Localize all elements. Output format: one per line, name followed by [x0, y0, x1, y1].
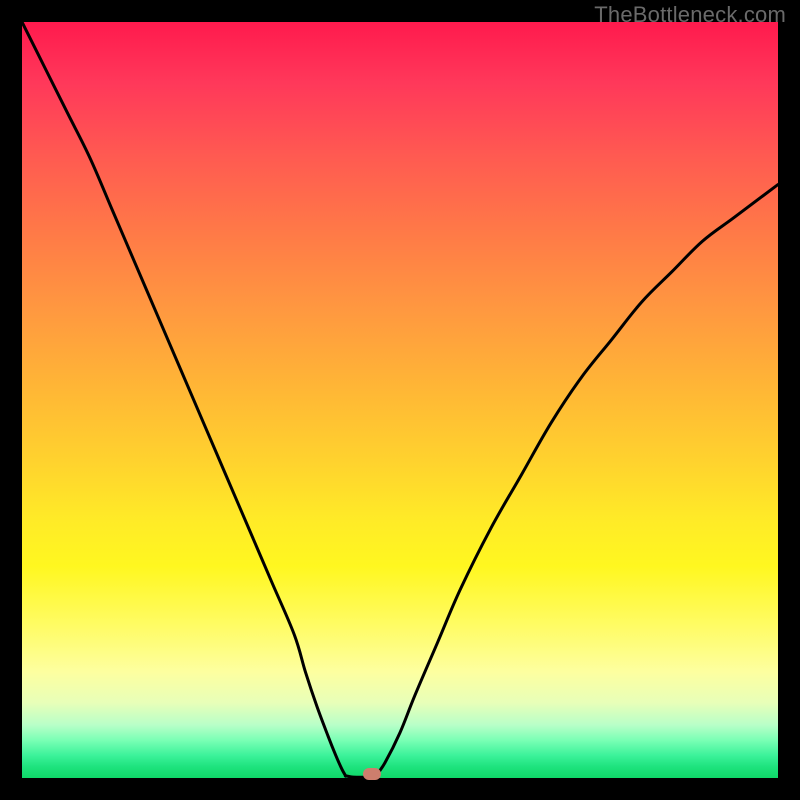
optimum-marker: [363, 768, 381, 780]
bottleneck-curve: [22, 22, 778, 778]
chart-frame: TheBottleneck.com: [0, 0, 800, 800]
plot-area: [22, 22, 778, 778]
